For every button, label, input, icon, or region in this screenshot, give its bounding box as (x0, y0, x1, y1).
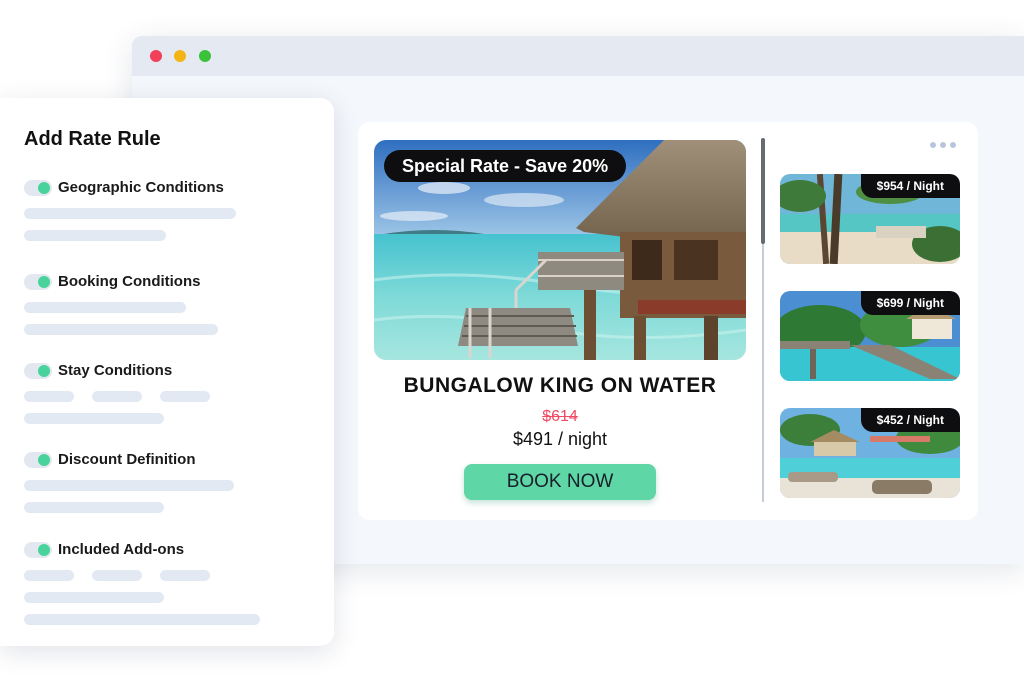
placeholder-line (24, 230, 166, 241)
discounted-price: $491 / night (512, 429, 608, 449)
placeholder-line (160, 391, 210, 402)
room-thumbnail-3[interactable]: $452 / Night (780, 408, 960, 498)
rule-label: Stay Conditions (58, 362, 173, 379)
placeholder-line (24, 208, 236, 219)
placeholder-line (24, 614, 260, 625)
add-rate-rule-panel: Add Rate Rule Geographic Conditions Book… (0, 98, 334, 646)
toggle-switch[interactable] (24, 452, 52, 468)
placeholder-line (24, 324, 218, 335)
toggle-switch[interactable] (24, 274, 52, 290)
rule-label: Geographic Conditions (58, 179, 224, 196)
close-window-dot[interactable] (150, 50, 162, 62)
toggle-switch[interactable] (24, 363, 52, 379)
placeholder-line (92, 391, 142, 402)
thumbnail-price-tag: $452 / Night (860, 408, 960, 432)
maximize-window-dot[interactable] (199, 50, 211, 62)
rule-label: Discount Definition (58, 451, 196, 468)
toggle-switch[interactable] (24, 542, 52, 558)
room-thumbnail-2[interactable]: $699 / Night (780, 291, 960, 381)
more-dots-icon[interactable] (930, 142, 956, 148)
browser-title-bar (132, 36, 1024, 76)
rule-label: Booking Conditions (58, 273, 201, 290)
stage: Special Rate - Save 20% BUNGALOW KING ON… (0, 0, 1024, 682)
featured-room-image[interactable]: Special Rate - Save 20% (374, 140, 746, 360)
booking-card: Special Rate - Save 20% BUNGALOW KING ON… (358, 122, 978, 520)
thumbnail-price-tag: $699 / Night (860, 291, 960, 315)
book-now-button[interactable]: BOOK NOW (464, 464, 656, 500)
original-price: $614 (542, 408, 578, 425)
special-rate-badge: Special Rate - Save 20% (384, 150, 627, 182)
toggle-switch[interactable] (24, 180, 52, 196)
placeholder-line (24, 480, 234, 491)
placeholder-line (92, 570, 142, 581)
minimize-window-dot[interactable] (174, 50, 186, 62)
placeholder-line (24, 502, 164, 513)
thumbnail-price-tag: $954 / Night (860, 174, 960, 198)
placeholder-line (24, 570, 74, 581)
scrollbar-thumb[interactable] (761, 138, 765, 244)
room-thumbnail-1[interactable]: $954 / Night (780, 174, 960, 264)
placeholder-line (24, 413, 164, 424)
placeholder-line (24, 391, 74, 402)
placeholder-line (160, 570, 210, 581)
placeholder-line (24, 302, 186, 313)
panel-title: Add Rate Rule (24, 128, 161, 150)
rule-label: Included Add-ons (58, 541, 185, 558)
placeholder-line (24, 592, 164, 603)
room-title: BUNGALOW KING ON WATER (403, 374, 717, 397)
